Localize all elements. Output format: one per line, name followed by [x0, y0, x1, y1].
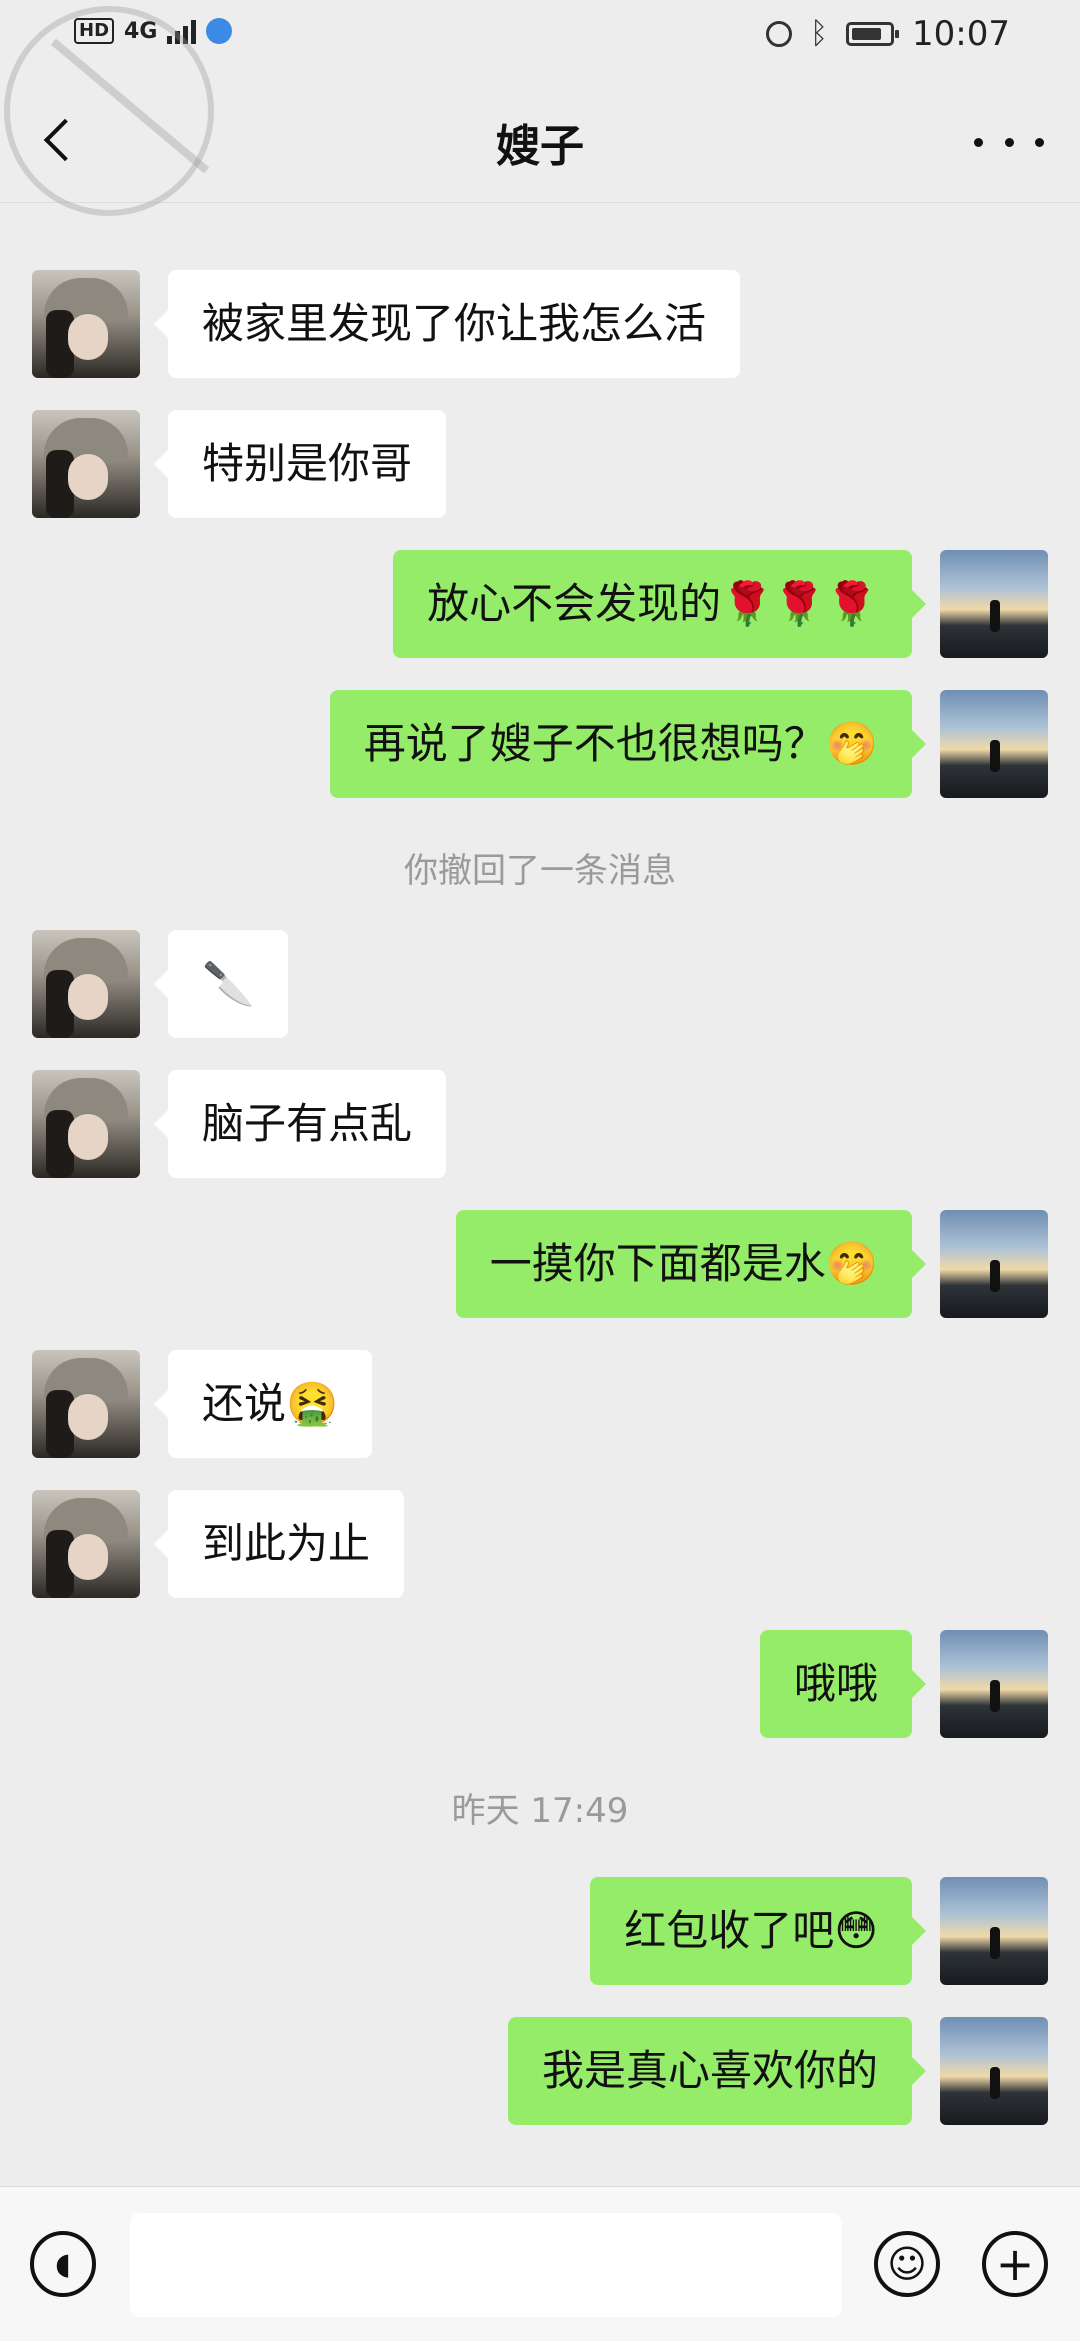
emoji-icon: ☺ — [887, 2242, 927, 2286]
my-avatar[interactable] — [940, 1630, 1048, 1738]
my-avatar[interactable] — [940, 550, 1048, 658]
battery-icon — [846, 22, 900, 46]
hd-icon: HD — [74, 18, 115, 44]
my-avatar[interactable] — [940, 1877, 1048, 1985]
more-dot-icon — [1004, 137, 1014, 147]
chat-title: 嫂子 — [496, 121, 584, 172]
message-bubble[interactable]: 我是真心喜欢你的 — [507, 2017, 927, 2125]
input-bar: ◖ ☺ + — [0, 2186, 1080, 2341]
emoji-button[interactable]: ☺ — [874, 2231, 940, 2297]
bluetooth-icon: ᛒ — [810, 16, 829, 51]
message-bubble[interactable]: 红包收了吧😳 — [590, 1877, 926, 1985]
message-bubble[interactable]: 再说了嫂子不也很想吗？🤭 — [329, 690, 927, 798]
contact-avatar[interactable] — [32, 1070, 140, 1178]
contact-avatar[interactable] — [32, 930, 140, 1038]
voice-icon: ◖ — [55, 2246, 71, 2282]
my-avatar[interactable] — [940, 1210, 1048, 1318]
network-type: 4G — [124, 18, 158, 44]
more-actions-button[interactable]: + — [982, 2231, 1048, 2297]
more-dot-icon — [974, 137, 983, 147]
contact-avatar[interactable] — [32, 410, 140, 518]
message-bubble[interactable]: 到此为止 — [153, 1490, 405, 1598]
timestamp: 昨天 17:49 — [451, 1791, 629, 1831]
plus-icon: + — [995, 2237, 1035, 2291]
voice-button[interactable]: ◖ — [30, 2231, 96, 2297]
message-bubble[interactable]: 一摸你下面都是水🤭 — [455, 1210, 927, 1318]
message-bubble[interactable]: 放心不会发现的🌹🌹🌹 — [393, 550, 926, 658]
clock: 10:07 — [912, 14, 1010, 54]
message-list[interactable]: 被家里发现了你让我怎么活 特别是你哥 放心不会发现的🌹🌹🌹 再说了嫂子不也很想吗… — [0, 203, 1080, 2185]
chat-header: 嫂子 — [0, 72, 1080, 203]
contact-avatar[interactable] — [32, 270, 140, 378]
signal-icon — [167, 18, 197, 44]
app-notification-icon — [206, 18, 233, 44]
status-bar: HD 4G ᛒ 10:07 — [0, 0, 1080, 72]
more-options-button[interactable] — [974, 122, 1044, 162]
message-input[interactable] — [130, 2213, 842, 2317]
message-bubble[interactable]: 被家里发现了你让我怎么活 — [153, 270, 741, 378]
message-bubble[interactable]: 哦哦 — [759, 1630, 927, 1738]
contact-avatar[interactable] — [32, 1350, 140, 1458]
message-bubble[interactable]: 还说🤮 — [153, 1350, 373, 1458]
contact-avatar[interactable] — [32, 1490, 140, 1598]
message-bubble[interactable]: 特别是你哥 — [153, 410, 447, 518]
message-bubble[interactable]: 🔪 — [153, 930, 289, 1038]
network-indicators: HD 4G — [74, 18, 233, 44]
my-avatar[interactable] — [940, 2017, 1048, 2125]
alarm-icon — [766, 21, 793, 47]
more-dot-icon — [1035, 137, 1044, 147]
my-avatar[interactable] — [940, 690, 1048, 798]
system-indicators: ᛒ 10:07 — [766, 14, 1010, 54]
message-bubble[interactable]: 脑子有点乱 — [153, 1070, 447, 1178]
recall-notice: 你撤回了一条消息 — [404, 851, 676, 891]
